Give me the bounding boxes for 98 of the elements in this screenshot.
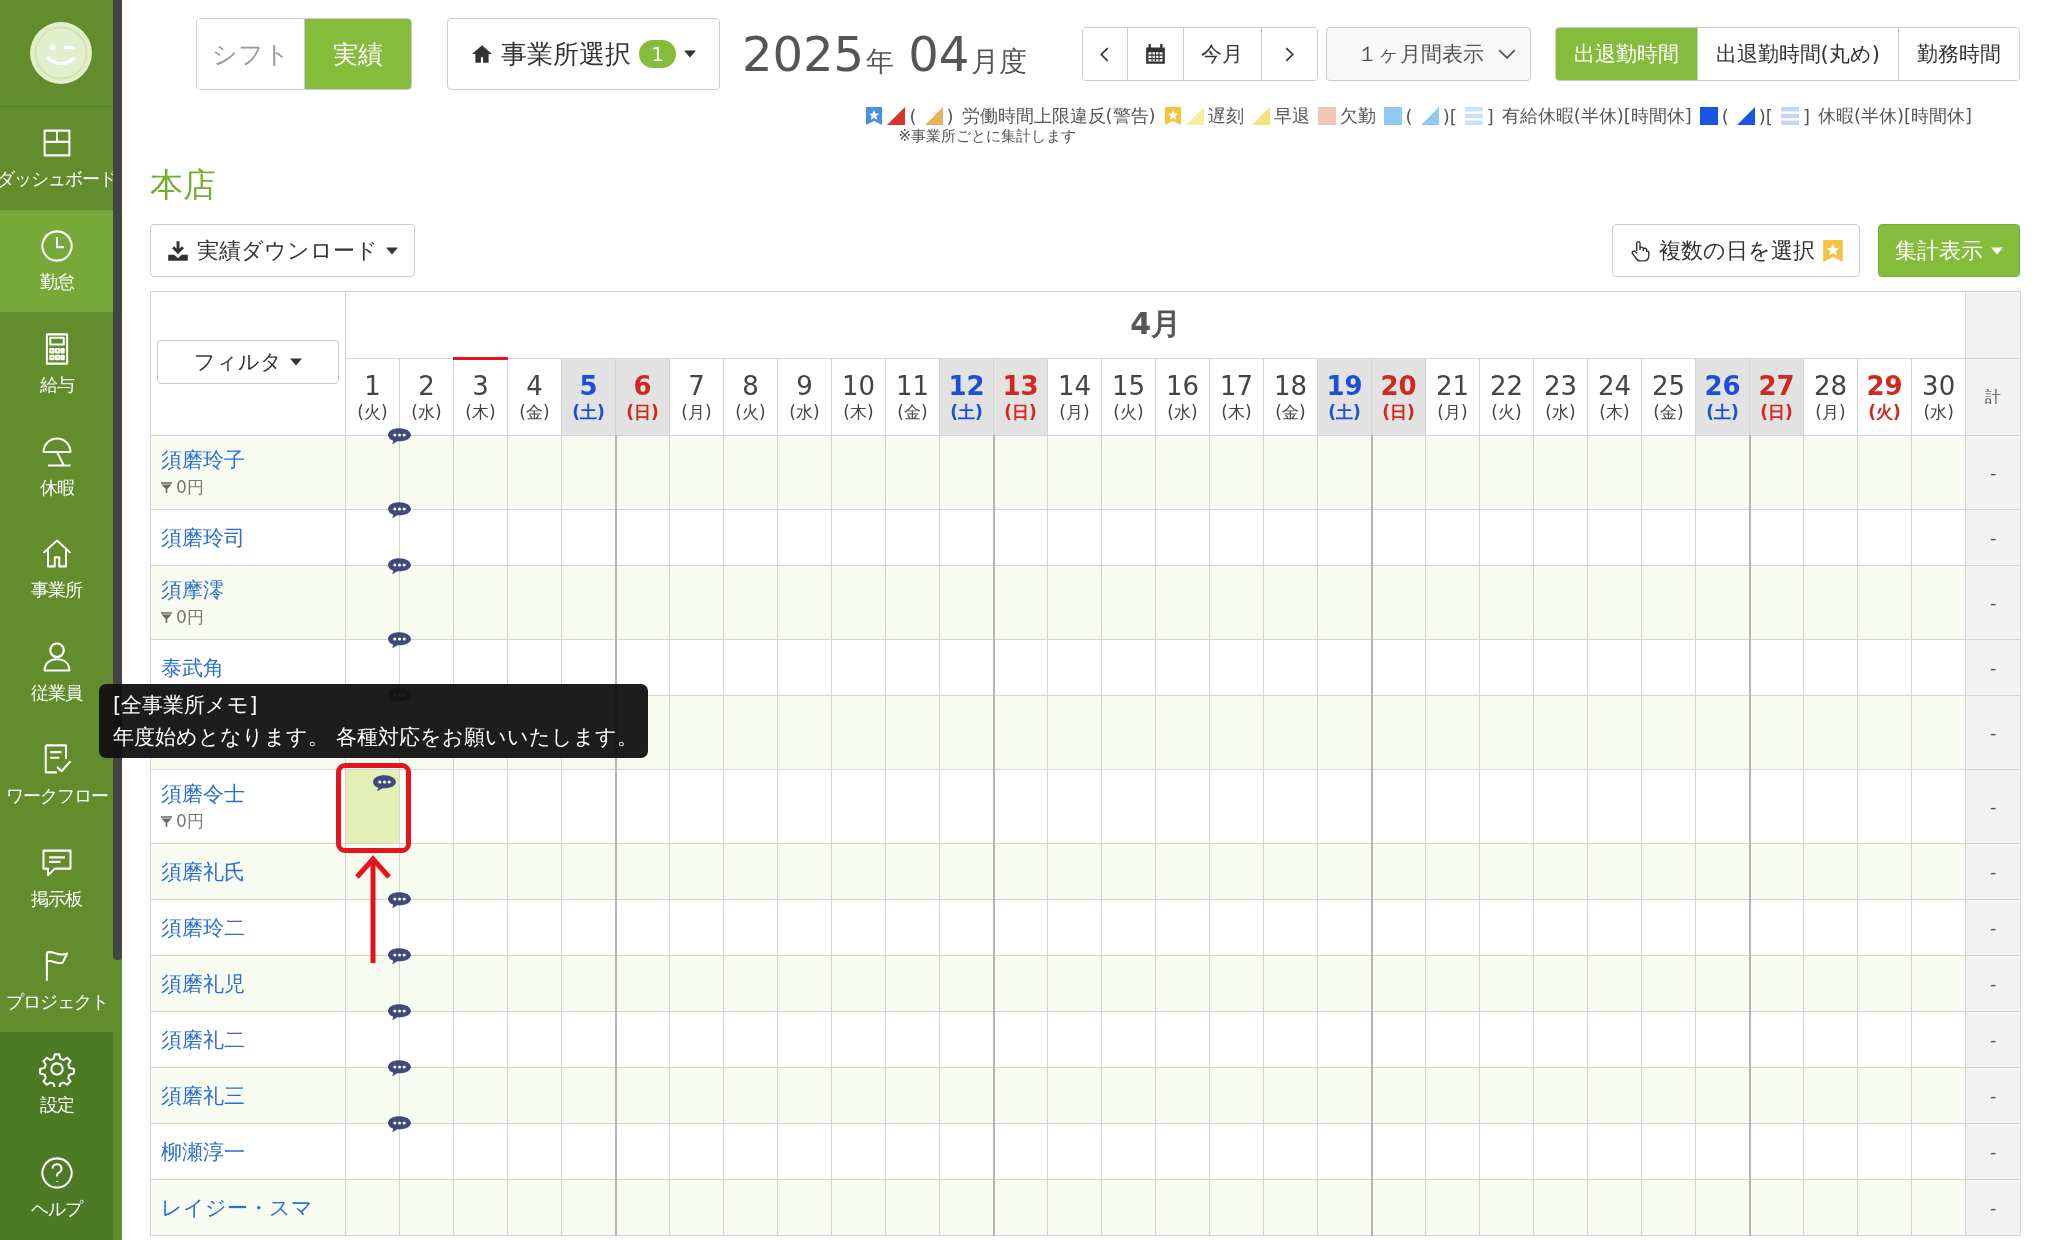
day-header[interactable]: 14 (月) <box>1047 358 1102 436</box>
sidebar-item[interactable]: ヘルプ <box>0 1135 113 1240</box>
day-header[interactable]: 16 (水) <box>1155 358 1210 436</box>
range-dropdown[interactable]: １ヶ月間表示 <box>1325 27 1531 81</box>
sidebar-item[interactable]: 事業所 <box>0 517 113 621</box>
office-select-button[interactable]: 事業所選択 1 <box>447 18 720 90</box>
caret-icon <box>290 358 302 366</box>
day-header[interactable]: 5 (土) <box>561 358 616 436</box>
total-cell: - <box>1965 1123 2021 1180</box>
total-cell: - <box>1965 955 2021 1012</box>
time-mode-tab[interactable]: 勤務時間 <box>1898 28 2019 80</box>
day-header[interactable]: 26 (土) <box>1695 358 1750 436</box>
wage-text: 0円 <box>176 606 204 629</box>
total-header: 計 <box>1965 358 2021 436</box>
wage-text: 0円 <box>176 810 204 833</box>
day-header[interactable]: 24 (木) <box>1587 358 1642 436</box>
sidebar-item[interactable]: 給与 <box>0 312 113 416</box>
calendar-icon <box>1144 43 1166 65</box>
sidebar-item[interactable]: 掲示板 <box>0 826 113 930</box>
total-cell: - <box>1965 769 2021 844</box>
download-icon <box>167 239 189 262</box>
caret-icon <box>683 50 696 58</box>
legend-text: 欠勤 <box>1339 104 1376 128</box>
tooltip-text: 年度始めとなります。 各種対応をお願いいたします。 <box>113 724 638 751</box>
caret-icon <box>386 246 398 255</box>
legend-text: 有給休暇(半休)[時間休] <box>1501 104 1692 128</box>
employee-name-link[interactable]: 須磨玲子 <box>161 446 345 474</box>
day-header[interactable]: 23 (水) <box>1533 358 1588 436</box>
day-header[interactable]: 9 (水) <box>777 358 832 436</box>
legend-text: ( <box>1721 105 1729 127</box>
total-cell: - <box>1965 509 2021 566</box>
day-header[interactable]: 4 (金) <box>507 358 562 436</box>
sidebar-item[interactable]: ワークフロー <box>0 723 113 827</box>
download-button[interactable]: 実績ダウンロード <box>150 224 415 277</box>
office-title: 本店 <box>150 164 216 206</box>
legend-text: )[ <box>1758 105 1773 127</box>
chevron-left-icon <box>1100 46 1110 62</box>
total-cell: - <box>1965 435 2021 510</box>
legend-note: ※事業所ごとに集計します <box>898 128 1076 144</box>
legend-text: ( <box>1405 105 1413 127</box>
employee-name-link[interactable]: 須磨令士 <box>161 780 345 808</box>
caret-icon <box>1991 246 2003 255</box>
chevron-right-icon <box>1284 46 1294 62</box>
total-cell: - <box>1965 1011 2021 1068</box>
legend-text: ] <box>1802 105 1810 127</box>
total-cell: - <box>1965 899 2021 956</box>
legend-text: ) <box>946 105 954 127</box>
total-cell: - <box>1965 1067 2021 1124</box>
day-header[interactable]: 18 (金) <box>1263 358 1318 436</box>
multi-day-select-button[interactable]: 複数の日を選択 <box>1612 224 1860 277</box>
day-header[interactable]: 25 (金) <box>1641 358 1696 436</box>
legend-text: 労働時間上限違反(警告) <box>961 104 1156 128</box>
day-header[interactable]: 30 (水) <box>1911 358 1966 436</box>
wage-text: 0円 <box>176 476 204 499</box>
speech-bubble-icon[interactable] <box>372 774 397 792</box>
day-header[interactable]: 8 (火) <box>723 358 778 436</box>
day-header[interactable]: 19 (土) <box>1317 358 1372 436</box>
total-cell: - <box>1965 1179 2021 1236</box>
total-cell: - <box>1965 639 2021 696</box>
legend-text: 遅刻 <box>1207 104 1244 128</box>
filter-button[interactable]: フィルタ <box>157 340 339 384</box>
total-cell: - <box>1965 843 2021 900</box>
day-header[interactable]: 7 (月) <box>669 358 724 436</box>
up-arrow-icon <box>353 855 393 965</box>
day-header[interactable]: 15 (火) <box>1101 358 1156 436</box>
day-header[interactable]: 10 (木) <box>831 358 886 436</box>
day-header[interactable]: 20 (日) <box>1371 358 1426 436</box>
day-header[interactable]: 12 (土) <box>939 358 994 436</box>
chevron-down-icon <box>1497 49 1516 59</box>
sidebar-item[interactable]: 設定 <box>0 1031 113 1136</box>
total-cell: - <box>1965 695 2021 770</box>
day-header[interactable]: 11 (金) <box>885 358 940 436</box>
legend-text: 早退 <box>1273 104 1310 128</box>
legend-text: 休暇(半休)[時間休] <box>1817 104 1972 128</box>
month-header: 4月 <box>345 291 1966 359</box>
employee-name-link[interactable]: 須摩澪 <box>161 576 345 604</box>
day-header[interactable]: 29 (火) <box>1857 358 1912 436</box>
day-header[interactable]: 27 (日) <box>1749 358 1804 436</box>
total-cell: - <box>1965 565 2021 640</box>
smiley-logo-icon <box>29 20 93 85</box>
day-header[interactable]: 17 (木) <box>1209 358 1264 436</box>
hand-pointer-icon <box>1629 239 1651 262</box>
day-header[interactable]: 6 (日) <box>615 358 670 436</box>
legend-text: ( <box>909 105 917 127</box>
sidebar-item[interactable]: プロジェクト <box>0 929 113 1032</box>
sidebar-item[interactable]: 休暇 <box>0 415 113 518</box>
day-header[interactable]: 21 (月) <box>1425 358 1480 436</box>
star-badge-icon <box>1823 239 1843 262</box>
day-header[interactable]: 22 (火) <box>1479 358 1534 436</box>
legend-text: )[ <box>1442 105 1457 127</box>
day-header[interactable]: 13 (日) <box>993 358 1048 436</box>
tooltip-title: [全事業所メモ] <box>113 692 258 719</box>
period-title: 2025 年 04月度 <box>742 26 1028 82</box>
sidebar-item[interactable]: 勤怠 <box>0 209 113 313</box>
legend-text: ] <box>1486 105 1494 127</box>
house-icon <box>471 43 494 65</box>
sidebar-item[interactable]: 従業員 <box>0 620 113 724</box>
day-header[interactable]: 28 (月) <box>1803 358 1858 436</box>
